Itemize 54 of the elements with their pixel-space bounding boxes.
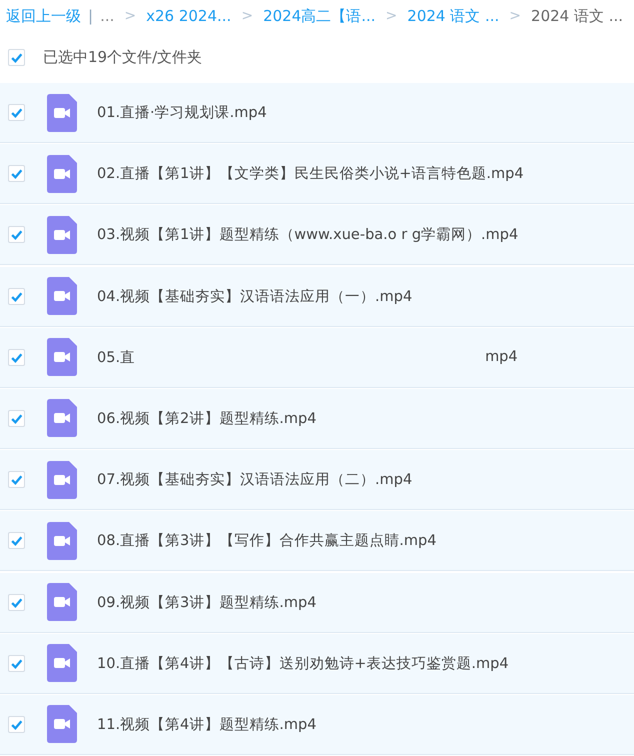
file-name[interactable]: 11.视频【第4讲】题型精练.mp4 [97, 714, 316, 734]
selection-count: 已选中19个文件/文件夹 [43, 48, 202, 67]
video-file-icon [47, 460, 77, 499]
video-file-icon [47, 154, 77, 193]
file-row[interactable]: 04.视频【基础夯实】汉语语法应用（一）.mp4 [0, 266, 634, 327]
file-row[interactable]: 06.视频【第2讲】题型精练.mp4 [0, 388, 634, 449]
video-file-icon [47, 583, 77, 621]
file-checkbox[interactable] [8, 471, 25, 488]
breadcrumb-separator: > [124, 8, 136, 24]
breadcrumb-separator: > [386, 8, 398, 24]
video-file-icon [47, 216, 77, 254]
file-name[interactable]: 05.直 [97, 348, 136, 367]
file-name[interactable]: 01.直播·学习规划课.mp4 [97, 103, 267, 122]
file-name[interactable]: 10.直播【第4讲】【古诗】送别劝勉诗+表达技巧鉴赏题.mp4 [97, 654, 509, 673]
file-name[interactable]: 04.视频【基础夯实】汉语语法应用（一）.mp4 [97, 286, 412, 306]
file-name[interactable]: 07.视频【基础夯实】汉语语法应用（二）.mp4 [97, 470, 412, 490]
file-row[interactable]: 02.直播【第1讲】【文学类】民生民俗类小说+语言特色题.mp4 [0, 144, 634, 204]
file-name[interactable]: 09.视频【第3讲】题型精练.mp4 [97, 592, 316, 612]
breadcrumb-separator: > [509, 8, 522, 24]
breadcrumb-ellipsis: ... [100, 7, 114, 25]
video-file-icon [47, 338, 77, 376]
file-checkbox[interactable] [8, 594, 25, 610]
file-row[interactable]: 03.视频【第1讲】题型精练（www.xue-ba.o r g学霸网）.mp4 [0, 205, 634, 266]
file-checkbox[interactable] [8, 104, 25, 121]
file-name[interactable]: 03.视频【第1讲】题型精练（www.xue-ba.o r g学霸网）.mp4 [97, 225, 518, 244]
file-checkbox[interactable] [8, 654, 25, 672]
breadcrumb-separator: > [241, 8, 254, 24]
file-row[interactable]: 09.视频【第3讲】题型精练.mp4 [0, 572, 634, 632]
video-file-icon [47, 705, 77, 744]
file-row[interactable]: 01.直播·学习规划课.mp4 [0, 83, 634, 143]
select-all-checkbox[interactable] [8, 49, 25, 66]
video-file-icon [47, 399, 77, 438]
video-file-icon [47, 522, 77, 560]
file-checkbox[interactable] [8, 410, 25, 427]
file-name[interactable]: 02.直播【第1讲】【文学类】民生民俗类小说+语言特色题.mp4 [97, 164, 524, 184]
video-file-icon [47, 94, 77, 132]
video-file-icon [47, 644, 77, 682]
file-checkbox[interactable] [8, 716, 25, 733]
file-name[interactable]: 06.视频【第2讲】题型精练.mp4 [97, 408, 316, 428]
file-row[interactable]: 10.直播【第4讲】【古诗】送别劝勉诗+表达技巧鉴赏题.mp4 [0, 634, 634, 694]
file-row[interactable]: 07.视频【基础夯实】汉语语法应用（二）.mp4 [0, 450, 634, 510]
file-checkbox[interactable] [8, 288, 25, 305]
file-name[interactable]: 08.直播【第3讲】【写作】合作共赢主题点睛.mp4 [97, 531, 436, 550]
file-checkbox[interactable] [8, 165, 25, 182]
divider-text: | [88, 7, 94, 25]
file-row[interactable]: 05.直 mp4 [0, 328, 634, 388]
file-row[interactable]: 11.视频【第4讲】题型精练.mp4 [0, 694, 634, 755]
file-checkbox[interactable] [8, 348, 25, 366]
breadcrumb-current: 2024 语文 ... [531, 6, 624, 26]
video-file-icon [47, 277, 77, 316]
file-checkbox[interactable] [8, 226, 25, 244]
file-name-end: mp4 [485, 349, 518, 366]
file-row[interactable]: 08.直播【第3讲】【写作】合作共赢主题点睛.mp4 [0, 511, 634, 572]
file-checkbox[interactable] [8, 532, 25, 550]
